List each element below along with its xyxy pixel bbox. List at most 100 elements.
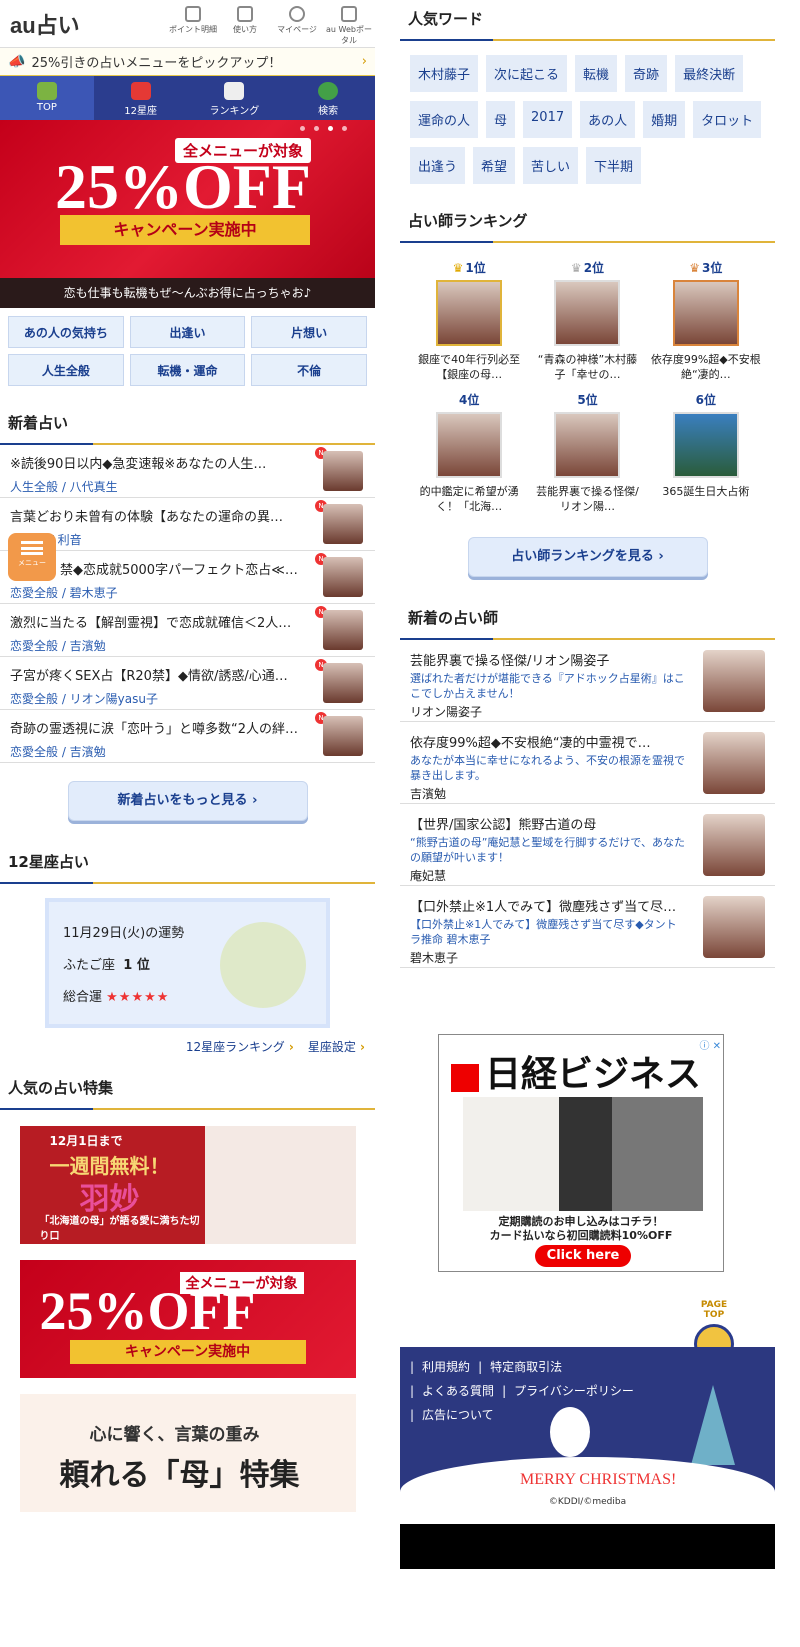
fortune-teller-photo	[672, 412, 739, 478]
zodiac-ranking-link[interactable]: 12星座ランキング	[186, 1040, 294, 1054]
site-logo[interactable]: au占い	[10, 8, 160, 40]
keyword-tag[interactable]: 婚期	[643, 101, 686, 138]
section-title-features: 人気の占い特集	[0, 1065, 375, 1110]
feature-banner-mother[interactable]: 心に響く、言葉の重み 頼れる「母」特集	[19, 1394, 356, 1512]
feature-banner-campaign[interactable]: 全メニューが対象 25%OFF キャンペーン実施中	[19, 1260, 356, 1378]
receipt-icon	[185, 5, 201, 22]
nav-portal[interactable]: au Webポータル	[323, 2, 375, 46]
fortune-teller-thumbnail	[323, 451, 363, 491]
section-title-new: 新着占い	[0, 400, 375, 445]
fortune-teller-thumbnail	[703, 732, 765, 794]
list-item[interactable]: 激烈に当たる【解剖霊視】で恋成就確信＜2人… 恋愛全般 / 吉濱勉 N	[0, 604, 375, 657]
nav-howto[interactable]: 使い方	[219, 2, 271, 46]
category-button[interactable]: 転機・運命	[129, 354, 246, 386]
copyright: ©KDDI/©mediba	[548, 1497, 627, 1507]
zodiac-card[interactable]: 11月29日(火)の運勢 ふたご座 1 位 総合運 ★★★★★	[45, 898, 330, 1028]
hero-discount: 25%OFF	[55, 151, 311, 222]
footer-link[interactable]: 利用規約	[410, 1360, 470, 1374]
list-item[interactable]: 奇跡の霊透視に涙「恋叶う」と噂多数“2人の絆… 恋愛全般 / 吉濱勉 N	[0, 710, 375, 763]
keyword-tag[interactable]: タロット	[693, 101, 762, 138]
keyword-tag[interactable]: 運命の人	[410, 101, 479, 138]
ad-close-icon[interactable]: ⓘ ✕	[699, 1037, 721, 1052]
main-tabs: TOP 12星座 ランキング 検索	[0, 76, 375, 120]
megaphone-icon: 📣	[8, 53, 26, 70]
ranking-item[interactable]: ♛ 1位 銀座で40年行列必至【銀座の母…	[410, 259, 528, 391]
footer-link[interactable]: 特定商取引法	[478, 1360, 562, 1374]
site-footer: 利用規約特定商取引法 よくある質問プライバシーポリシー 広告について MERRY…	[400, 1347, 775, 1497]
ranking-item[interactable]: 6位 365誕生日大占術	[647, 391, 765, 523]
fortune-teller-photo	[672, 280, 739, 346]
list-item[interactable]: 依存度99%超◆不安根絶“凄的中霊視で… あなたが本当に幸せになれるよう、不安の根…	[400, 722, 775, 804]
hero-banner[interactable]: 全メニューが対象 25%OFF キャンペーン実施中 恋も仕事も転機もぜ〜んぶお得…	[0, 120, 375, 308]
category-button[interactable]: あの人の気持ち	[8, 316, 124, 348]
tab-ranking[interactable]: ランキング	[188, 76, 282, 120]
zodiac-settings-link[interactable]: 星座設定	[308, 1040, 365, 1054]
ranking-item[interactable]: ♛ 3位 依存度99%超◆不安根絶“凄的…	[647, 259, 765, 391]
carousel-dots	[300, 126, 347, 131]
category-button[interactable]: 出逢い	[129, 316, 246, 348]
hero-caption: 恋も仕事も転機もぜ〜んぶお得に占っちゃお♪	[0, 278, 375, 308]
fortune-teller-thumbnail	[323, 716, 363, 756]
keyword-tag[interactable]: 最終決断	[675, 55, 744, 92]
carousel-dot[interactable]	[300, 126, 305, 131]
carousel-dot[interactable]	[342, 126, 347, 131]
keyword-tag[interactable]: 出逢う	[410, 147, 466, 184]
fortune-teller-thumbnail	[323, 610, 363, 650]
ranking-item[interactable]: 5位 芸能界裏で操る怪傑/リオン陽…	[528, 391, 646, 523]
category-button[interactable]: 人生全般	[8, 354, 124, 386]
feature-banner-uta[interactable]: 12月1日まで 一週間無料！ 羽妙 「北海道の母」が語る愛に満ちた切り口	[19, 1126, 356, 1244]
category-button[interactable]: 片想い	[251, 316, 367, 348]
list-item[interactable]: 【世界/国家公認】熊野古道の母 “熊野古道の母”庵妃慧と聖域を行脚するだけで、あな…	[400, 804, 775, 886]
person-icon	[289, 5, 305, 22]
keyword-tag[interactable]: 2017	[523, 101, 573, 138]
footer-link[interactable]: 広告について	[410, 1408, 494, 1422]
christmas-tree-icon	[691, 1385, 735, 1465]
tab-search[interactable]: 検索	[281, 76, 375, 120]
keyword-tag[interactable]: あの人	[580, 101, 636, 138]
footer-link[interactable]: よくある質問	[410, 1384, 494, 1398]
keyword-tag[interactable]: 苦しい	[523, 147, 579, 184]
list-item[interactable]: 言葉どおり未曾有の体験【あなたの運命の異…出逢い / 利音N	[0, 498, 375, 551]
list-item[interactable]: ※読後90日以内◆急変速報※あなたの人生… 人生全般 / 八代真生 N	[0, 445, 375, 498]
crown-gold-icon: ♛	[452, 261, 464, 275]
ranking-more-button[interactable]: 占い師ランキングを見る ›	[467, 537, 708, 577]
keyword-tag[interactable]: 木村藤子	[410, 55, 479, 92]
more-new-fortunes-button[interactable]: 新着占いをもっと見る ›	[67, 781, 308, 821]
fortune-teller-thumbnail	[703, 814, 765, 876]
section-title-ranking: 占い師ランキング	[400, 198, 775, 243]
fortune-teller-thumbnail	[703, 650, 765, 712]
floating-menu-button[interactable]: メニュー	[8, 533, 56, 581]
ranking-item[interactable]: 4位 的中鑑定に希望が湧く！「北海…	[410, 391, 528, 523]
nav-mypage[interactable]: マイページ	[271, 2, 323, 46]
keyword-tag[interactable]: 母	[486, 101, 516, 138]
keyword-tag[interactable]: 次に起こる	[486, 55, 568, 92]
keyword-tag[interactable]: 転機	[575, 55, 618, 92]
ranking-item[interactable]: ♛ 2位 “青森の神様”木村藤子「幸せの…	[528, 259, 646, 391]
section-title-new-tellers: 新着の占い師	[400, 595, 775, 640]
ad-banner[interactable]: ⓘ ✕ 日経ビジネス 定期購読のお申し込みはコチラ！ カード払いなら初回購読料10…	[438, 1034, 724, 1272]
carousel-dot[interactable]	[314, 126, 319, 131]
section-title-keywords: 人気ワード	[400, 0, 775, 41]
gift-icon	[130, 82, 151, 100]
fortune-teller-photo	[554, 412, 621, 478]
list-item[interactable]: 子宮が疼くSEX占【R20禁】◆情欲/誘惑/心通… 恋愛全般 / リオン陽yasu…	[0, 657, 375, 710]
keyword-tag[interactable]: 奇跡	[625, 55, 668, 92]
tab-top[interactable]: TOP	[0, 76, 94, 120]
footer-link[interactable]: プライバシーポリシー	[502, 1384, 634, 1398]
carousel-dot[interactable]	[328, 126, 333, 131]
new-teller-list: 芸能界裏で操る怪傑/リオン陽姿子 選ばれた者だけが堪能できる『アドホック占星術』は…	[400, 640, 775, 968]
category-button[interactable]: 不倫	[251, 354, 367, 386]
fortune-teller-thumbnail	[323, 504, 363, 544]
fortune-teller-thumbnail	[323, 663, 363, 703]
nav-points[interactable]: ポイント明細	[167, 2, 219, 46]
ad-cta-button[interactable]: Click here	[535, 1245, 631, 1267]
list-item[interactable]: 禁◆恋成就5000字パーフェクト恋占≪… 恋愛全般 / 碧木恵子 N	[0, 551, 375, 604]
keyword-tag[interactable]: 下半期	[586, 147, 642, 184]
pickup-bar[interactable]: 📣 25%引きの占いメニューをピックアップ！ ›	[0, 48, 375, 76]
tab-zodiac[interactable]: 12星座	[94, 76, 188, 120]
hero-ribbon: キャンペーン実施中	[60, 215, 310, 245]
keyword-list: 木村藤子 次に起こる 転機 奇跡 最終決断運命の人母 2017 あの人 婚期 タロット出逢う 希望…	[400, 41, 775, 198]
keyword-tag[interactable]: 希望	[473, 147, 516, 184]
list-item[interactable]: 【口外禁止※1人でみて】微塵残さず当て尽… 【口外禁止※1人でみて】微塵残さず当て…	[400, 886, 775, 968]
list-item[interactable]: 芸能界裏で操る怪傑/リオン陽姿子 選ばれた者だけが堪能できる『アドホック占星術』は…	[400, 640, 775, 722]
